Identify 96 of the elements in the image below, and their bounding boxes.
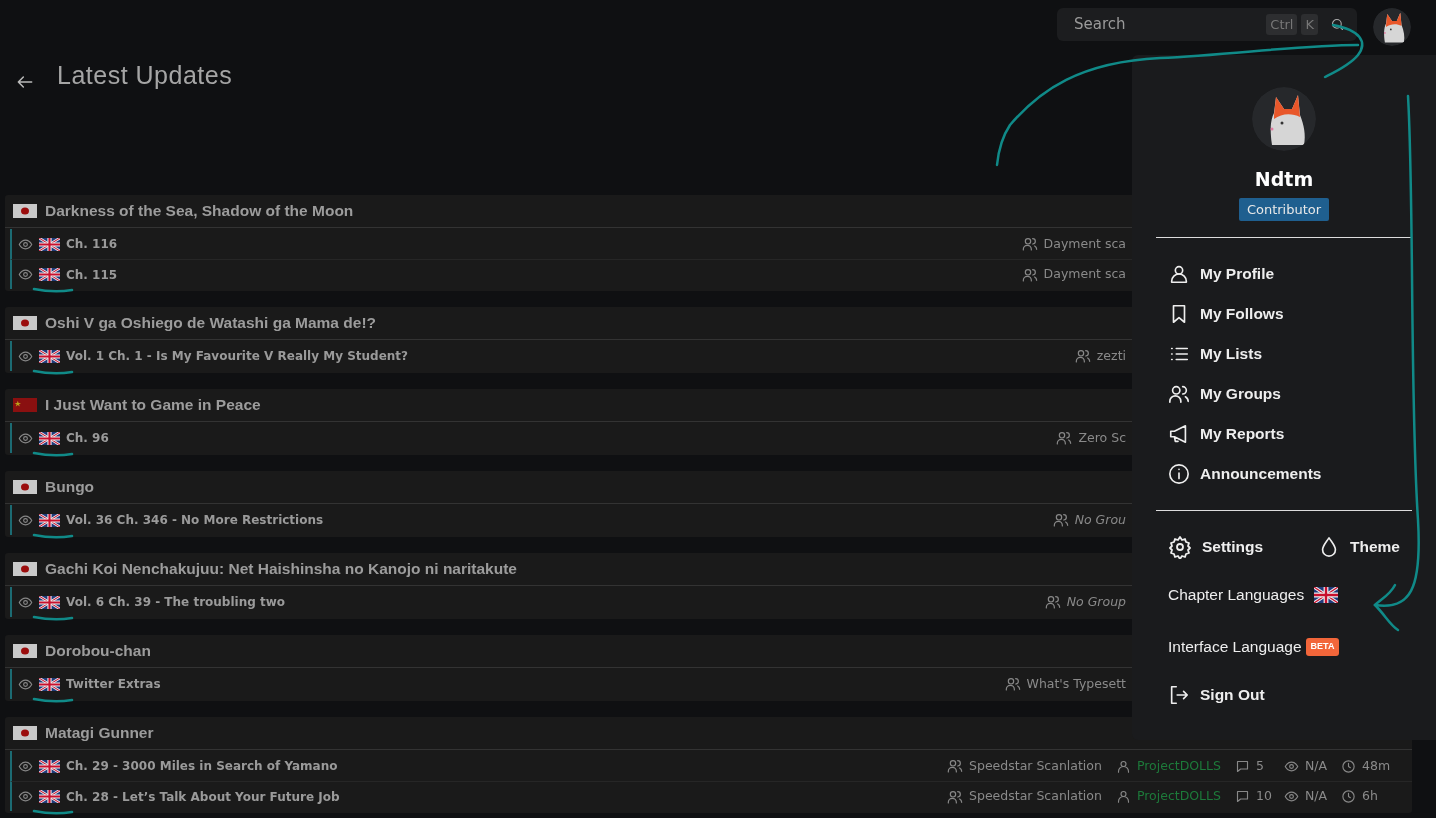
japan-flag-icon xyxy=(13,480,37,494)
time-ago: 6h xyxy=(1362,787,1379,806)
comment-count: 10 xyxy=(1256,787,1273,806)
uploader-name[interactable]: ProjectDOLLS xyxy=(1136,787,1221,806)
series-title[interactable]: Darkness of the Sea, Shadow of the Moon xyxy=(45,199,354,223)
shortcut-key: K xyxy=(1301,13,1318,36)
sign-out-icon xyxy=(1168,684,1190,706)
group-icon xyxy=(947,758,964,774)
group-name[interactable]: Dayment sca xyxy=(1043,265,1126,284)
chapter-title: Ch. 28 - Let’s Talk About Your Future Job xyxy=(66,788,340,806)
username: Ndtm xyxy=(1254,167,1314,192)
uk-flag-icon xyxy=(39,759,60,773)
eye-icon xyxy=(18,267,33,282)
uk-flag-icon xyxy=(39,237,60,251)
uk-flag-icon xyxy=(39,790,60,803)
series-title[interactable]: Bungo xyxy=(45,475,95,499)
chapter-title: Vol. 6 Ch. 39 - The troubling two xyxy=(66,594,286,611)
japan-flag-icon xyxy=(13,316,37,330)
avatar-button[interactable] xyxy=(1373,8,1411,46)
eye-icon xyxy=(18,512,33,528)
person-icon xyxy=(1168,263,1190,285)
uk-flag-icon xyxy=(1314,587,1339,603)
eye-icon xyxy=(18,676,33,692)
info-icon xyxy=(1168,463,1190,485)
search-field[interactable]: Search xyxy=(1072,12,1263,37)
group-icon xyxy=(947,788,964,805)
series-title[interactable]: Oshi V ga Oshiego de Watashi ga Mama de!? xyxy=(45,311,377,335)
group-icon xyxy=(1004,676,1021,692)
search-icon xyxy=(1330,17,1345,32)
eye-icon xyxy=(18,236,33,252)
group-icon xyxy=(1056,430,1073,446)
eye-icon xyxy=(18,348,33,364)
group-name[interactable]: Zero Sc xyxy=(1078,428,1126,448)
group-icon xyxy=(1021,236,1038,252)
comment-count: 5 xyxy=(1256,756,1265,775)
series-title[interactable]: Matagi Gunner xyxy=(45,721,154,745)
page-title: Latest Updates xyxy=(57,60,233,90)
group-icon xyxy=(1052,512,1069,528)
japan-flag-icon xyxy=(13,644,37,658)
clock-icon xyxy=(1341,789,1356,804)
comment-icon xyxy=(1235,789,1250,804)
beta-badge: BETA xyxy=(1305,638,1340,656)
uk-flag-icon xyxy=(39,431,60,445)
chapter-title: Vol. 1 Ch. 1 - Is My Favourite V Really My Student? xyxy=(66,348,409,365)
chapter-row[interactable]: Ch. 28 - Let’s Talk About Your Future Job Speedstar Scanlation ProjectDOLLS 10 N/A 6h xyxy=(10,781,1412,811)
group-name[interactable]: No Group xyxy=(1066,592,1126,612)
user-icon xyxy=(1115,758,1131,774)
eye-icon xyxy=(1284,789,1299,804)
people-icon xyxy=(1168,383,1190,405)
menu-item[interactable]: My Groups xyxy=(1156,374,1412,414)
eye-icon xyxy=(18,430,33,446)
chapter-row[interactable]: Ch. 29 - 3000 Miles in Search of Yamano Speedstar Scanlation ProjectDOLLS 5 N/A 48m xyxy=(10,751,1412,781)
uk-flag-icon xyxy=(39,268,60,281)
uk-flag-icon xyxy=(39,349,60,363)
group-icon xyxy=(1021,266,1038,283)
chapter-title: Ch. 29 - 3000 Miles in Search of Yamano xyxy=(66,758,338,775)
group-name[interactable]: No Grou xyxy=(1074,510,1126,530)
uk-flag-icon xyxy=(39,513,60,527)
role-badge: Contributor xyxy=(1238,197,1330,221)
series-title[interactable]: Gachi Koi Nenchakujuu: Net Haishinsha no Kanojo ni naritakute xyxy=(45,557,517,581)
time-ago: 48m xyxy=(1362,756,1392,775)
uk-flag-icon xyxy=(39,677,60,691)
group-icon xyxy=(1074,348,1091,364)
group-name[interactable]: Speedstar Scanlation xyxy=(969,756,1102,776)
clock-icon xyxy=(1341,758,1356,774)
chapter-title: Vol. 36 Ch. 346 - No More Restrictions xyxy=(66,512,324,529)
view-count: N/A xyxy=(1305,787,1329,806)
profile-avatar xyxy=(1252,87,1316,151)
group-name[interactable]: What's Typesett xyxy=(1026,674,1126,694)
group-name[interactable]: Speedstar Scanlation xyxy=(969,787,1102,806)
eye-icon xyxy=(18,594,33,610)
eye-icon xyxy=(1284,758,1299,774)
chapter-title: Ch. 96 xyxy=(66,430,109,447)
japan-flag-icon xyxy=(13,562,37,576)
group-name[interactable]: Dayment sca xyxy=(1043,234,1126,254)
group-icon xyxy=(1044,594,1061,610)
eye-icon xyxy=(18,789,33,804)
eye-icon xyxy=(18,758,33,774)
china-flag-icon xyxy=(13,398,37,412)
comment-icon xyxy=(1235,758,1250,774)
user-icon xyxy=(1115,789,1131,804)
chapter-title: Ch. 115 xyxy=(66,266,118,284)
japan-flag-icon xyxy=(13,726,37,740)
menu-item[interactable]: My Follows xyxy=(1156,294,1412,334)
japan-flag-icon xyxy=(13,204,37,218)
chapter-title: Ch. 116 xyxy=(66,236,118,253)
uk-flag-icon xyxy=(39,595,60,609)
view-count: N/A xyxy=(1305,756,1329,775)
chapter-title: Twitter Extras xyxy=(66,676,161,693)
group-name[interactable]: zezti xyxy=(1096,346,1126,366)
uploader-name[interactable]: ProjectDOLLS xyxy=(1136,756,1221,776)
shortcut-key: Ctrl xyxy=(1266,13,1298,36)
series-title[interactable]: Dorobou-chan xyxy=(45,639,151,663)
menu-item[interactable]: Announcements xyxy=(1156,454,1412,494)
settings-icon xyxy=(1168,535,1192,559)
series-title[interactable]: I Just Want to Game in Peace xyxy=(45,393,261,417)
